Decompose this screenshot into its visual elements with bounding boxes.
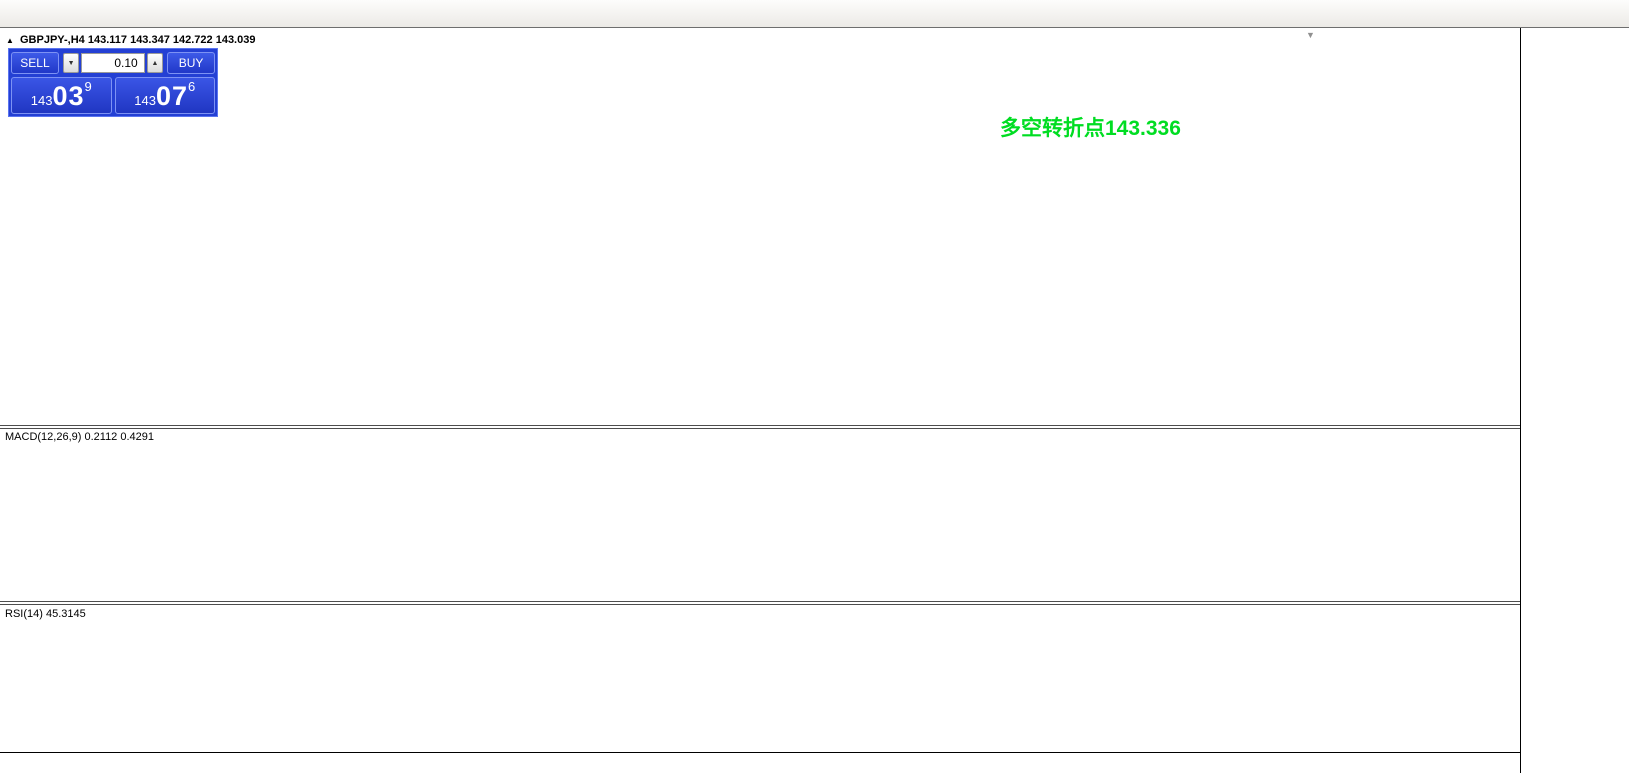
one-click-trading-panel: SELL ▼ 0.10 ▲ BUY 143039 143076 <box>8 48 218 117</box>
buy-price-button[interactable]: 143076 <box>115 77 216 114</box>
price-axis[interactable] <box>1520 28 1629 773</box>
sell-button[interactable]: SELL <box>11 52 59 74</box>
rsi-pane[interactable] <box>0 605 1521 752</box>
lot-increase-button[interactable]: ▲ <box>147 53 163 73</box>
buy-price-prefix: 143 <box>134 91 156 111</box>
lot-decrease-button[interactable]: ▼ <box>63 53 79 73</box>
main-toolbar <box>0 0 1629 28</box>
turning-point-annotation: 多空转折点143.336 <box>1000 112 1181 142</box>
rsi-indicator-label: RSI(14) 45.3145 <box>5 608 86 620</box>
scroll-to-end-marker[interactable]: ▼ <box>1306 30 1315 40</box>
symbol-ohlc-header: ▲ GBPJPY-,H4 143.117 143.347 142.722 143… <box>6 34 255 46</box>
chart-window[interactable]: ▲ GBPJPY-,H4 143.117 143.347 142.722 143… <box>0 28 1629 773</box>
sell-price-prefix: 143 <box>31 91 53 111</box>
buy-price-main: 07 <box>156 81 188 111</box>
lot-size-input[interactable]: 0.10 <box>81 53 144 73</box>
buy-button[interactable]: BUY <box>167 52 215 74</box>
buy-price-pip: 6 <box>188 72 195 102</box>
panel-toggle-icon[interactable]: ▲ <box>6 36 14 45</box>
symbol-name: GBPJPY-,H4 <box>20 34 85 46</box>
time-axis[interactable] <box>0 753 1521 773</box>
caret-down-icon: ▼ <box>68 60 75 67</box>
sell-price-pip: 9 <box>85 72 92 102</box>
main-chart-canvas[interactable] <box>0 28 1521 425</box>
sell-price-main: 03 <box>52 81 84 111</box>
macd-pane[interactable] <box>0 429 1521 601</box>
ohlc-values: 143.117 143.347 142.722 143.039 <box>88 34 256 46</box>
caret-up-icon: ▲ <box>151 60 158 67</box>
sell-price-button[interactable]: 143039 <box>11 77 112 114</box>
macd-indicator-label: MACD(12,26,9) 0.2112 0.4291 <box>5 431 154 443</box>
